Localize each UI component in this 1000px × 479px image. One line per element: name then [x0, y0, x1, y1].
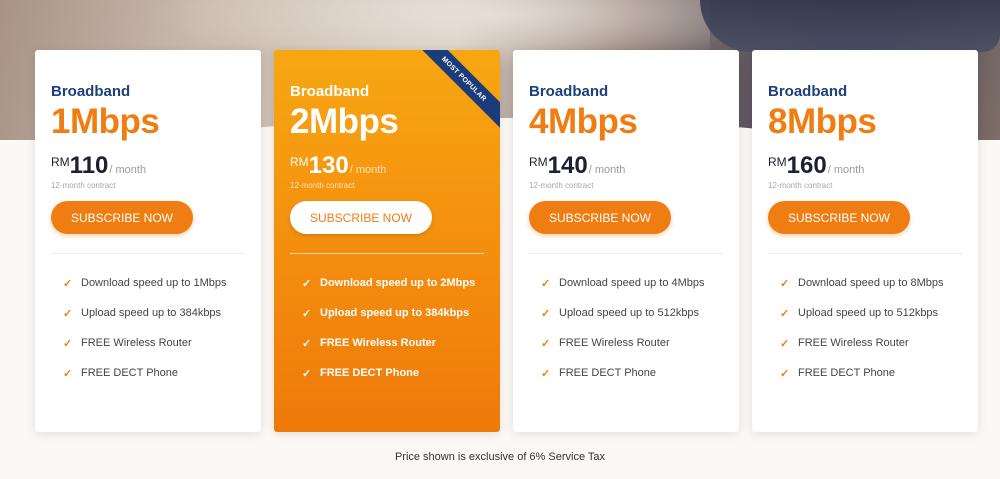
check-icon: ✓	[780, 337, 790, 350]
subscribe-button[interactable]: SUBSCRIBE NOW	[290, 201, 432, 234]
feature-label: Download speed up to 1Mbps	[81, 277, 227, 289]
price: RM 110 / month	[51, 153, 245, 181]
feature-item: ✓ Upload speed up to 512kbps	[541, 298, 723, 328]
feature-item: ✓ FREE DECT Phone	[541, 358, 723, 388]
contract-term: 12-month contract	[768, 181, 833, 190]
feature-item: ✓ Download speed up to 1Mbps	[63, 268, 245, 298]
feature-list: ✓ Download speed up to 2Mbps ✓ Upload spee…	[290, 268, 484, 388]
plan-card-2mbps: MOST POPULAR Broadband 2Mbps RM 130 / mo…	[274, 50, 500, 432]
feature-label: Upload speed up to 512kbps	[798, 307, 939, 319]
price-amount: 140	[547, 152, 588, 179]
plan-speed: 4Mbps	[529, 102, 638, 141]
price-period: / month	[827, 164, 865, 176]
price-currency: RM	[290, 155, 309, 169]
price-amount: 130	[308, 152, 349, 179]
contract-term: 12-month contract	[529, 181, 594, 190]
feature-item: ✓ Download speed up to 2Mbps	[302, 268, 484, 298]
feature-item: ✓ Download speed up to 4Mbps	[541, 268, 723, 298]
price: RM 140 / month	[529, 153, 723, 181]
feature-item: ✓ FREE DECT Phone	[780, 358, 962, 388]
feature-label: FREE DECT Phone	[320, 367, 420, 379]
feature-label: FREE Wireless Router	[320, 337, 437, 349]
feature-label: Download speed up to 2Mbps	[320, 277, 476, 289]
feature-item: ✓ FREE Wireless Router	[302, 328, 484, 358]
divider	[768, 253, 962, 254]
feature-label: FREE Wireless Router	[559, 337, 670, 349]
feature-label: Upload speed up to 384kbps	[81, 307, 222, 319]
feature-item: ✓ Upload speed up to 384kbps	[63, 298, 245, 328]
feature-label: FREE Wireless Router	[81, 337, 192, 349]
contract-term: 12-month contract	[290, 181, 355, 190]
check-icon: ✓	[541, 307, 551, 320]
plan-type: Broadband	[51, 83, 131, 100]
feature-item: ✓ Download speed up to 8Mbps	[780, 268, 962, 298]
feature-label: FREE DECT Phone	[81, 367, 179, 379]
feature-item: ✓ FREE Wireless Router	[63, 328, 245, 358]
price-period: / month	[109, 164, 147, 176]
tax-footnote: Price shown is exclusive of 6% Service T…	[394, 451, 606, 463]
plan-speed: 8Mbps	[768, 102, 877, 141]
plan-card-1mbps: Broadband 1Mbps RM 110 / month 12-month …	[35, 50, 261, 432]
check-icon: ✓	[63, 337, 73, 350]
feature-label: FREE DECT Phone	[559, 367, 657, 379]
check-icon: ✓	[302, 367, 312, 380]
plan-type: Broadband	[529, 83, 609, 100]
check-icon: ✓	[780, 307, 790, 320]
price-currency: RM	[51, 155, 70, 169]
divider	[51, 253, 245, 254]
check-icon: ✓	[302, 277, 312, 290]
feature-item: ✓ FREE Wireless Router	[780, 328, 962, 358]
ribbon: MOST POPULAR	[410, 50, 500, 140]
check-icon: ✓	[63, 367, 73, 380]
price-period: / month	[349, 164, 387, 176]
feature-item: ✓ FREE DECT Phone	[63, 358, 245, 388]
check-icon: ✓	[780, 367, 790, 380]
feature-label: Download speed up to 8Mbps	[798, 277, 944, 289]
price: RM 160 / month	[768, 153, 962, 181]
price-period: / month	[588, 164, 626, 176]
check-icon: ✓	[541, 277, 551, 290]
price: RM 130 / month	[290, 153, 484, 181]
subscribe-button[interactable]: SUBSCRIBE NOW	[768, 201, 910, 234]
feature-label: Download speed up to 4Mbps	[559, 277, 705, 289]
feature-list: ✓ Download speed up to 8Mbps ✓ Upload spee…	[768, 268, 962, 388]
check-icon: ✓	[541, 367, 551, 380]
feature-item: ✓ Upload speed up to 384kbps	[302, 298, 484, 328]
feature-list: ✓ Download speed up to 1Mbps ✓ Upload spee…	[51, 268, 245, 388]
price-amount: 110	[69, 152, 109, 179]
price-currency: RM	[529, 155, 548, 169]
price-currency: RM	[768, 155, 787, 169]
check-icon: ✓	[63, 307, 73, 320]
price-amount: 160	[786, 152, 827, 179]
feature-item: ✓ FREE DECT Phone	[302, 358, 484, 388]
most-popular-ribbon: MOST POPULAR	[410, 50, 500, 135]
feature-item: ✓ Upload speed up to 512kbps	[780, 298, 962, 328]
feature-label: FREE DECT Phone	[798, 367, 896, 379]
pricing-cards: Broadband 1Mbps RM 110 / month 12-month …	[35, 50, 978, 432]
check-icon: ✓	[780, 277, 790, 290]
check-icon: ✓	[302, 337, 312, 350]
subscribe-button[interactable]: SUBSCRIBE NOW	[529, 201, 671, 234]
divider	[529, 253, 723, 254]
divider	[290, 253, 484, 254]
feature-list: ✓ Download speed up to 4Mbps ✓ Upload spee…	[529, 268, 723, 388]
check-icon: ✓	[63, 277, 73, 290]
subscribe-button[interactable]: SUBSCRIBE NOW	[51, 201, 193, 234]
feature-label: Upload speed up to 512kbps	[559, 307, 700, 319]
plan-card-4mbps: Broadband 4Mbps RM 140 / month 12-month …	[513, 50, 739, 432]
check-icon: ✓	[302, 307, 312, 320]
feature-item: ✓ FREE Wireless Router	[541, 328, 723, 358]
plan-type: Broadband	[768, 83, 848, 100]
plan-card-8mbps: Broadband 8Mbps RM 160 / month 12-month …	[752, 50, 978, 432]
contract-term: 12-month contract	[51, 181, 116, 190]
plan-speed: 1Mbps	[51, 102, 160, 141]
feature-label: Upload speed up to 384kbps	[320, 307, 470, 319]
check-icon: ✓	[541, 337, 551, 350]
feature-label: FREE Wireless Router	[798, 337, 909, 349]
